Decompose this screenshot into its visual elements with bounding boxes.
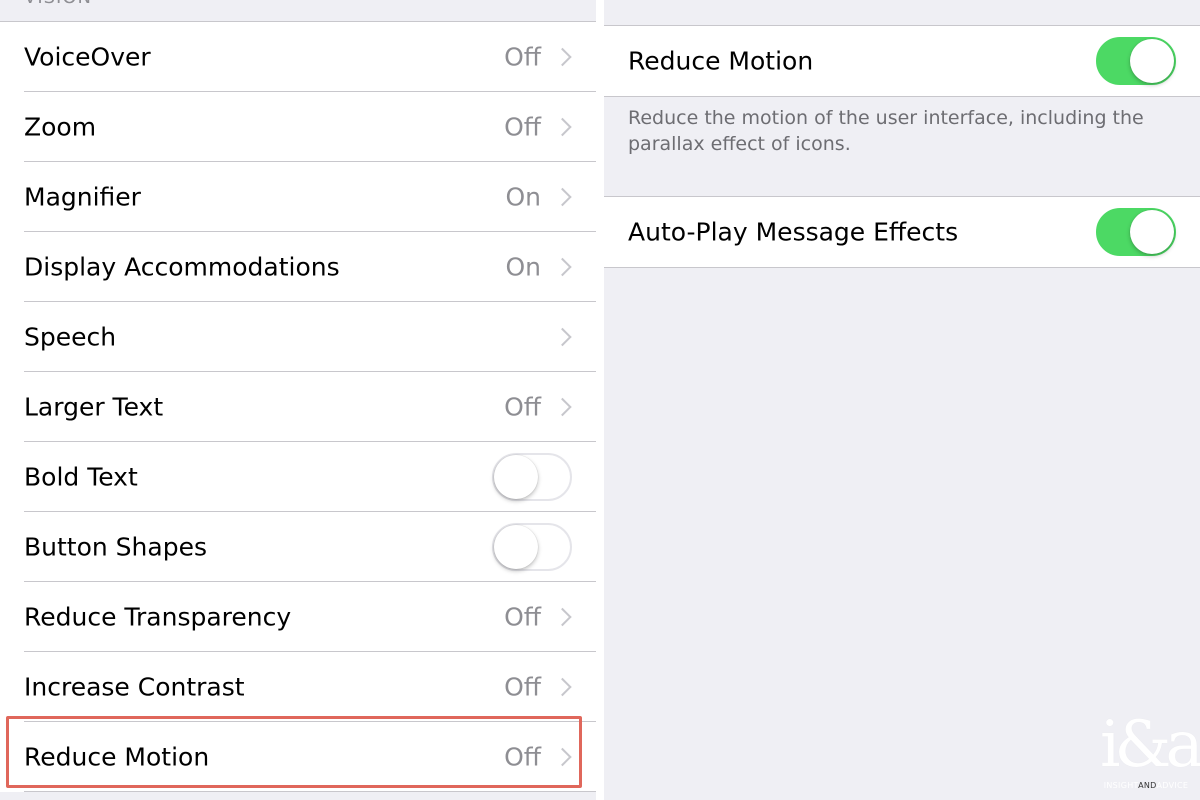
toggle-knob bbox=[1130, 210, 1174, 254]
row-label: Increase Contrast bbox=[24, 672, 245, 702]
row-value: On bbox=[505, 182, 541, 212]
row-label: Speech bbox=[24, 322, 117, 352]
row-button-shapes: Button Shapes bbox=[0, 512, 596, 582]
bold-text-toggle[interactable] bbox=[492, 453, 572, 501]
row-bold-text: Bold Text bbox=[0, 442, 596, 512]
reduce-motion-detail-pane: Reduce Motion Reduce the motion of the u… bbox=[604, 0, 1200, 800]
chevron-right-icon bbox=[553, 607, 572, 627]
logo-mark: i&a bbox=[1100, 708, 1200, 782]
reduce-motion-highlight bbox=[6, 716, 582, 788]
row-label: Reduce Transparency bbox=[24, 602, 292, 632]
button-shapes-toggle[interactable] bbox=[492, 523, 572, 571]
chevron-right-icon bbox=[553, 327, 572, 347]
auto-play-message-effects-toggle[interactable] bbox=[1096, 208, 1176, 256]
logo-sub-right: ADVICE bbox=[1156, 781, 1189, 790]
row-value: Off bbox=[504, 42, 541, 72]
row-label: Display Accommodations bbox=[24, 252, 340, 282]
vision-settings-list: VoiceOver Off Zoom Off Magnifier On Disp… bbox=[0, 21, 596, 792]
row-value: Off bbox=[504, 672, 541, 702]
chevron-right-icon bbox=[553, 117, 572, 137]
section-header-vision: VISION bbox=[24, 0, 92, 8]
row-larger-text[interactable]: Larger Text Off bbox=[0, 372, 596, 442]
toggle-knob bbox=[1130, 39, 1174, 83]
chevron-right-icon bbox=[553, 187, 572, 207]
reduce-motion-footer-note: Reduce the motion of the user interface,… bbox=[628, 107, 1144, 155]
row-label: Bold Text bbox=[24, 462, 138, 492]
reduce-motion-toggle[interactable] bbox=[1096, 37, 1176, 85]
toggle-knob bbox=[494, 455, 538, 499]
row-label: Larger Text bbox=[24, 392, 164, 422]
row-separator bbox=[24, 791, 596, 792]
chevron-right-icon bbox=[553, 47, 572, 67]
row-increase-contrast[interactable]: Increase Contrast Off bbox=[0, 652, 596, 722]
row-label: Button Shapes bbox=[24, 532, 207, 562]
row-reduce-transparency[interactable]: Reduce Transparency Off bbox=[0, 582, 596, 652]
accessibility-settings-pane: VISION VoiceOver Off Zoom Off Magnifier … bbox=[0, 0, 596, 800]
row-label: Reduce Motion bbox=[628, 46, 814, 76]
row-reduce-motion-toggle: Reduce Motion bbox=[604, 25, 1200, 97]
row-label: Zoom bbox=[24, 112, 97, 142]
chevron-right-icon bbox=[553, 257, 572, 277]
logo-sub-left: INSIGHT bbox=[1103, 781, 1139, 790]
row-value: On bbox=[505, 252, 541, 282]
row-speech[interactable]: Speech bbox=[0, 302, 596, 372]
row-magnifier[interactable]: Magnifier On bbox=[0, 162, 596, 232]
row-label: VoiceOver bbox=[24, 42, 151, 72]
chevron-right-icon bbox=[553, 677, 572, 697]
row-display-accommodations[interactable]: Display Accommodations On bbox=[0, 232, 596, 302]
row-value: Off bbox=[504, 392, 541, 422]
row-label: Auto-Play Message Effects bbox=[628, 217, 959, 247]
insight-and-advice-logo: i&a INSIGHTANDADVICE bbox=[1100, 708, 1200, 794]
row-zoom[interactable]: Zoom Off bbox=[0, 92, 596, 162]
row-value: Off bbox=[504, 112, 541, 142]
row-voiceover[interactable]: VoiceOver Off bbox=[0, 22, 596, 92]
chevron-right-icon bbox=[553, 397, 572, 417]
row-value: Off bbox=[504, 602, 541, 632]
logo-subtitle: INSIGHTANDADVICE bbox=[1100, 781, 1192, 790]
logo-sub-and: AND bbox=[1138, 781, 1157, 790]
row-auto-play-message-effects: Auto-Play Message Effects bbox=[604, 196, 1200, 268]
row-label: Magnifier bbox=[24, 182, 141, 212]
toggle-knob bbox=[494, 525, 538, 569]
